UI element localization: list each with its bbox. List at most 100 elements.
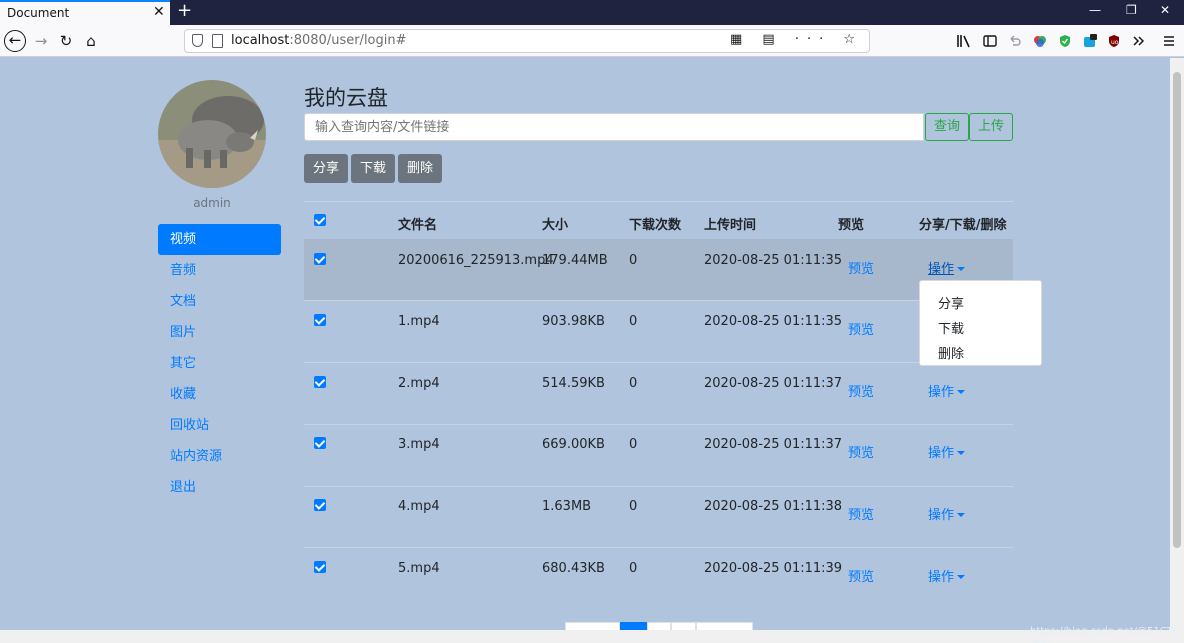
url-text[interactable]: localhost:8080/user/login# (231, 33, 407, 48)
row-checkbox[interactable] (314, 437, 326, 449)
sidebar-item-recycle-bin[interactable]: 回收站 (158, 410, 281, 441)
row-checkbox[interactable] (314, 376, 326, 388)
upload-time: 2020-08-25 01:11:37 (704, 376, 843, 391)
username: admin (193, 196, 231, 210)
notes-extension-icon[interactable] (1083, 34, 1097, 48)
window-maximize-button[interactable]: ❐ (1126, 3, 1137, 17)
header-preview: 预览 (838, 218, 865, 233)
sidebar-item-audio[interactable]: 音频 (158, 255, 281, 286)
tab-title: Document (7, 6, 70, 20)
header-downloads: 下载次数 (629, 218, 682, 233)
file-size: 1.63MB (542, 499, 592, 514)
dropdown-download[interactable]: 下载 (938, 318, 964, 337)
preview-link[interactable]: 预览 (848, 442, 874, 461)
row-divider (304, 300, 1013, 301)
download-button[interactable]: 下载 (351, 154, 396, 183)
upload-time: 2020-08-25 01:11:39 (704, 561, 843, 576)
download-count: 0 (629, 561, 638, 576)
file-size: 903.98KB (542, 314, 605, 329)
download-count: 0 (629, 499, 638, 514)
upload-time: 2020-08-25 01:11:38 (704, 499, 843, 514)
row-checkbox[interactable] (314, 561, 326, 573)
file-size: 680.43KB (542, 561, 605, 576)
preview-link[interactable]: 预览 (848, 381, 874, 400)
window-close-button[interactable]: ✕ (1160, 3, 1170, 17)
sidebar-item-site-resources[interactable]: 站内资源 (158, 441, 281, 472)
row-divider (304, 424, 1013, 425)
actions-dropdown-toggle[interactable]: 操作 (928, 504, 966, 523)
library-icon[interactable] (957, 34, 971, 48)
header-filename: 文件名 (398, 218, 438, 233)
row-divider (304, 362, 1013, 363)
overflow-menu-icon[interactable] (1131, 34, 1145, 48)
reload-icon[interactable]: ↻ (55, 30, 77, 52)
row-checkbox[interactable] (314, 253, 326, 265)
dropdown-share[interactable]: 分享 (938, 293, 964, 312)
table-top-border (304, 201, 1013, 202)
select-all-checkbox[interactable] (314, 214, 326, 226)
row-checkbox[interactable] (314, 499, 326, 511)
browser-tab-bar: Document ✕ + — ❐ ✕ (0, 0, 1184, 25)
upload-time: 2020-08-25 01:11:35 (704, 253, 843, 268)
file-name: 2.mp4 (398, 376, 440, 391)
file-size: 669.00KB (542, 437, 605, 452)
share-button[interactable]: 分享 (304, 154, 349, 183)
query-button[interactable]: 查询 (925, 113, 970, 141)
new-tab-button[interactable]: + (177, 0, 192, 21)
window-minimize-button[interactable]: — (1089, 3, 1101, 17)
sidebar-item-video[interactable]: 视频 (158, 224, 281, 255)
tab-close-icon[interactable]: ✕ (153, 4, 165, 20)
file-name: 5.mp4 (398, 561, 440, 576)
search-input[interactable] (304, 113, 924, 141)
sidebar-item-documents[interactable]: 文档 (158, 286, 281, 317)
sidebar-item-other[interactable]: 其它 (158, 348, 281, 379)
preview-link[interactable]: 预览 (848, 504, 874, 523)
shield-extension-icon[interactable] (1058, 34, 1072, 48)
horizontal-scrollbar[interactable] (0, 630, 1184, 643)
hamburger-menu-icon[interactable] (1162, 34, 1176, 48)
url-action-icons[interactable]: ▦ ▤ ··· ☆ (730, 32, 863, 47)
forward-arrow-icon[interactable]: → (30, 30, 52, 52)
tracking-shield-icon[interactable] (192, 34, 203, 47)
caret-down-icon (957, 451, 966, 455)
sidebar-item-logout[interactable]: 退出 (158, 472, 281, 503)
browser-tab[interactable]: Document ✕ (0, 0, 170, 25)
actions-dropdown-toggle[interactable]: 操作 (928, 381, 966, 400)
actions-dropdown-toggle[interactable]: 操作 (928, 258, 966, 277)
page-info-icon[interactable] (212, 34, 223, 48)
file-name: 20200616_225913.mp4 (398, 253, 554, 268)
sidebar-item-images[interactable]: 图片 (158, 317, 281, 348)
header-actions: 分享/下载/删除 (919, 218, 1007, 233)
dropdown-delete[interactable]: 删除 (938, 343, 964, 362)
preview-link[interactable]: 预览 (848, 319, 874, 338)
home-icon[interactable]: ⌂ (80, 30, 102, 52)
actions-dropdown-toggle[interactable]: 操作 (928, 442, 966, 461)
header-upload-time: 上传时间 (704, 218, 757, 233)
file-size: 179.44MB (542, 253, 608, 268)
actions-dropdown-toggle[interactable]: 操作 (928, 566, 966, 585)
download-count: 0 (629, 376, 638, 391)
vertical-scrollbar-thumb[interactable] (1173, 72, 1181, 548)
ublock-icon[interactable]: uo (1107, 34, 1121, 48)
file-name: 1.mp4 (398, 314, 440, 329)
preview-link[interactable]: 预览 (848, 566, 874, 585)
browser-nav-bar: ← → ↻ ⌂ localhost:8080/user/login# ▦ ▤ ·… (0, 25, 1184, 57)
upload-time: 2020-08-25 01:11:37 (704, 437, 843, 452)
header-size: 大小 (542, 218, 569, 233)
sidebar-icon[interactable] (983, 34, 997, 48)
back-arrow-icon[interactable]: ← (4, 30, 26, 52)
caret-down-icon (957, 267, 966, 271)
url-bar[interactable]: localhost:8080/user/login# ▦ ▤ ··· ☆ (184, 29, 870, 53)
color-extension-icon[interactable] (1033, 34, 1047, 48)
watermark: https://blog.csdn.net/@51CTO博客 (1030, 626, 1181, 643)
download-count: 0 (629, 314, 638, 329)
avatar (158, 80, 266, 188)
upload-button[interactable]: 上传 (969, 113, 1014, 141)
row-checkbox[interactable] (314, 314, 326, 326)
page-title: 我的云盘 (304, 86, 388, 110)
delete-button[interactable]: 删除 (398, 154, 443, 183)
preview-link[interactable]: 预览 (848, 258, 874, 277)
undo-icon[interactable] (1008, 34, 1022, 48)
sidebar-item-favorites[interactable]: 收藏 (158, 379, 281, 410)
vertical-scrollbar[interactable] (1170, 58, 1184, 630)
